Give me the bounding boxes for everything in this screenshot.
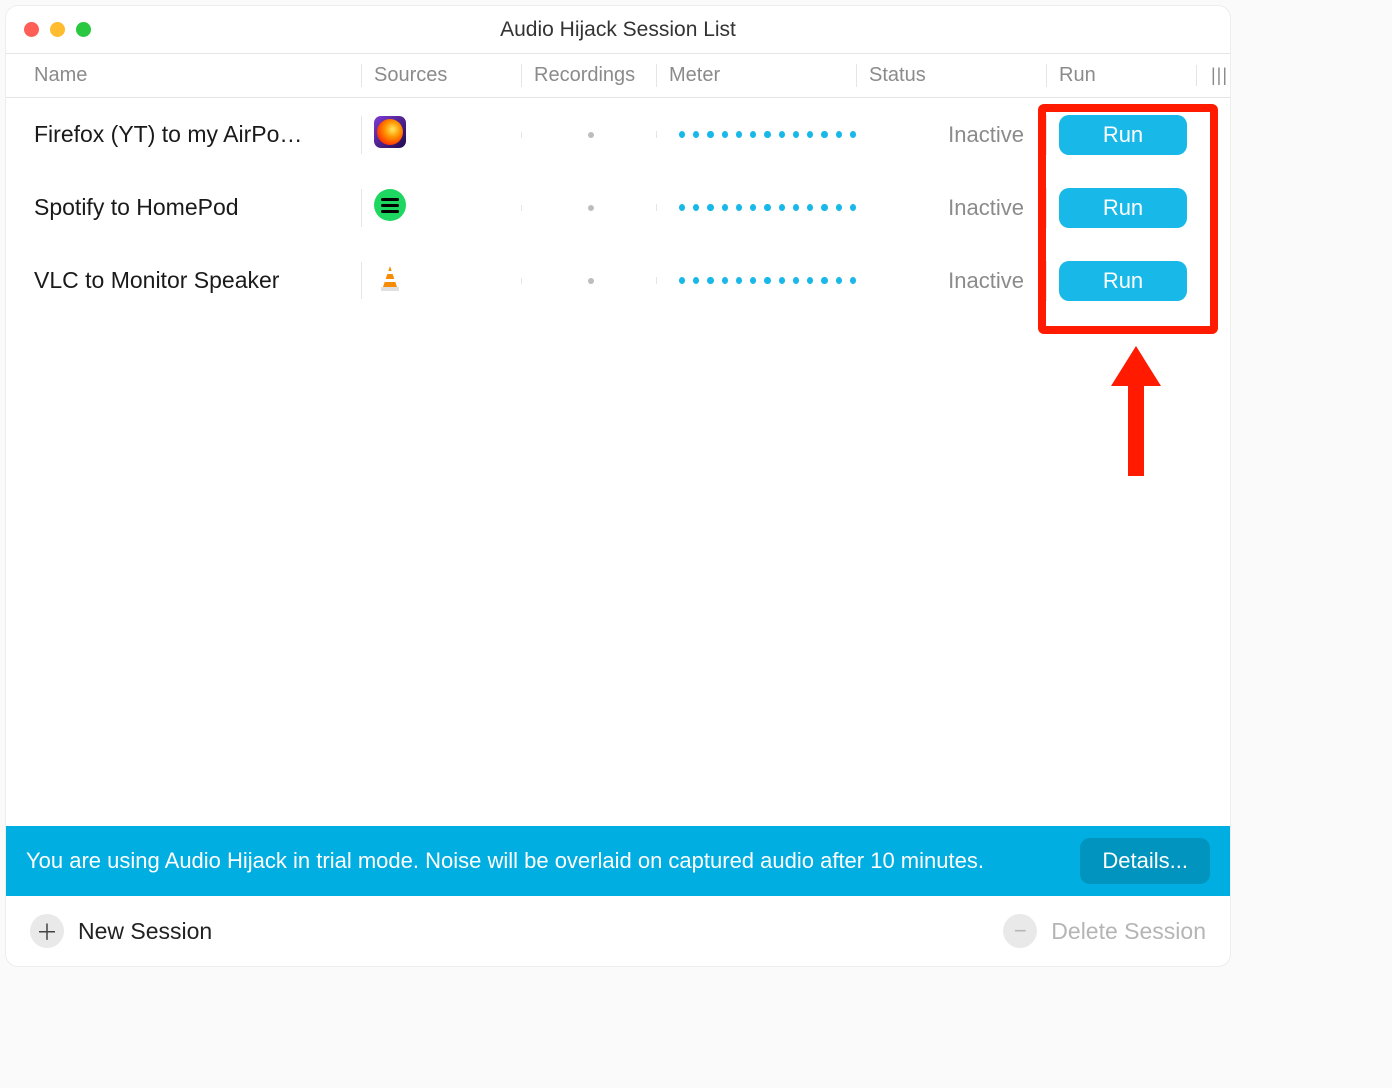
session-name: Firefox (YT) to my AirPo…	[6, 121, 361, 148]
trial-details-button[interactable]: Details...	[1080, 838, 1210, 884]
firefox-icon	[374, 116, 406, 148]
run-button[interactable]: Run	[1059, 261, 1187, 301]
column-header-status[interactable]: Status	[856, 64, 1046, 87]
session-name: VLC to Monitor Speaker	[6, 267, 361, 294]
column-header-name[interactable]: Name	[6, 64, 361, 87]
session-meter	[656, 204, 856, 211]
column-header-recordings[interactable]: Recordings	[521, 64, 656, 87]
column-header-run[interactable]: Run	[1046, 64, 1196, 87]
column-header-meter[interactable]: Meter	[656, 64, 856, 87]
plus-icon: ＋	[36, 915, 58, 947]
close-window-button[interactable]	[24, 22, 39, 37]
titlebar: Audio Hijack Session List	[6, 6, 1230, 54]
column-picker[interactable]: |||	[1196, 65, 1230, 86]
delete-session-label: Delete Session	[1051, 918, 1206, 945]
new-session-label: New Session	[78, 918, 212, 945]
delete-session-button[interactable]: −	[1003, 914, 1037, 948]
session-row[interactable]: VLC to Monitor Speaker Inactive Run	[6, 244, 1230, 317]
session-run-cell: Run	[1046, 261, 1196, 301]
session-status: Inactive	[856, 122, 1046, 148]
session-source	[361, 189, 521, 227]
session-recordings	[521, 132, 656, 138]
session-row[interactable]: Spotify to HomePod Inactive Run	[6, 171, 1230, 244]
spotify-icon	[374, 189, 406, 221]
session-source	[361, 262, 521, 299]
run-button[interactable]: Run	[1059, 188, 1187, 228]
trial-mode-message: You are using Audio Hijack in trial mode…	[26, 847, 1060, 876]
new-session-button[interactable]: ＋	[30, 914, 64, 948]
session-run-cell: Run	[1046, 115, 1196, 155]
session-list: Firefox (YT) to my AirPo… Inactive Run S…	[6, 98, 1230, 826]
session-status: Inactive	[856, 268, 1046, 294]
annotation-arrow-icon	[1106, 346, 1166, 476]
window-title: Audio Hijack Session List	[500, 18, 736, 42]
session-run-cell: Run	[1046, 188, 1196, 228]
columns-icon: |||	[1211, 65, 1228, 86]
zoom-window-button[interactable]	[76, 22, 91, 37]
session-meter	[656, 277, 856, 284]
recording-indicator-icon	[588, 205, 594, 211]
session-meter	[656, 131, 856, 138]
table-header-row: Name Sources Recordings Meter Status Run…	[6, 54, 1230, 98]
footer-toolbar: ＋ New Session − Delete Session	[6, 896, 1230, 966]
minus-icon: −	[1014, 918, 1027, 944]
level-meter-icon	[669, 204, 856, 211]
run-button[interactable]: Run	[1059, 115, 1187, 155]
session-source	[361, 116, 521, 154]
session-recordings	[521, 278, 656, 284]
minimize-window-button[interactable]	[50, 22, 65, 37]
trial-mode-banner: You are using Audio Hijack in trial mode…	[6, 826, 1230, 896]
session-recordings	[521, 205, 656, 211]
column-header-sources[interactable]: Sources	[361, 64, 521, 87]
recording-indicator-icon	[588, 278, 594, 284]
level-meter-icon	[669, 277, 856, 284]
session-name: Spotify to HomePod	[6, 194, 361, 221]
session-status: Inactive	[856, 195, 1046, 221]
session-row[interactable]: Firefox (YT) to my AirPo… Inactive Run	[6, 98, 1230, 171]
level-meter-icon	[669, 131, 856, 138]
window-controls	[24, 22, 91, 37]
recording-indicator-icon	[588, 132, 594, 138]
vlc-icon	[374, 262, 406, 294]
app-window: Audio Hijack Session List Name Sources R…	[6, 6, 1230, 966]
